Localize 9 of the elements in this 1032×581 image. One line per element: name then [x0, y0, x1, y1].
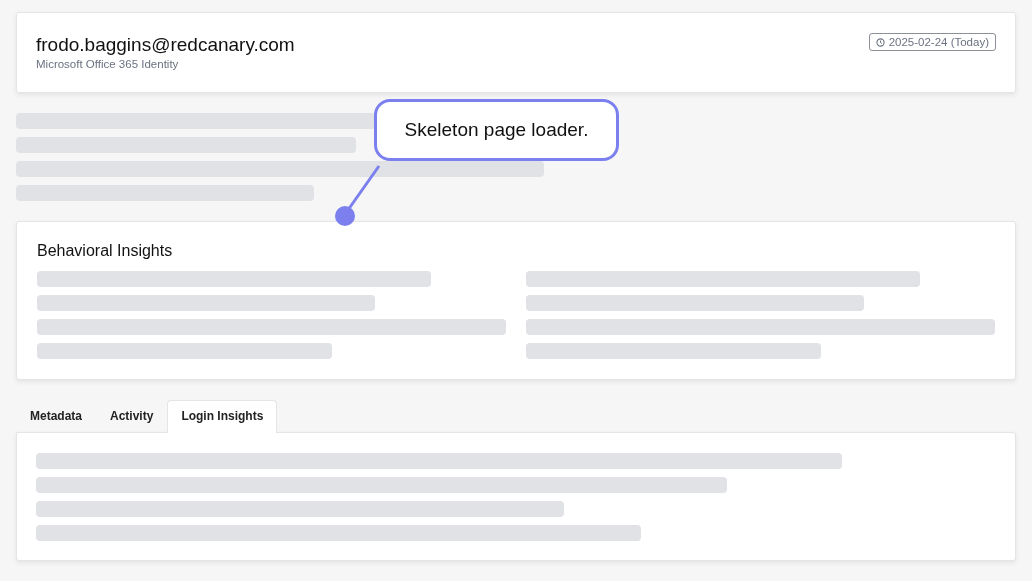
tab[interactable]: Activity — [96, 400, 168, 432]
tab[interactable]: Metadata — [16, 400, 96, 432]
date-text: 2025-02-24 (Today) — [888, 36, 989, 48]
section-title: Behavioral Insights — [37, 241, 174, 261]
clock-icon — [875, 37, 885, 47]
identity-source: Microsoft Office 365 Identity — [36, 58, 180, 70]
callout-bubble: Skeleton page loader. — [374, 99, 619, 161]
tab[interactable]: Login Insights — [167, 400, 278, 433]
user-email: frodo.baggins@redcanary.com — [36, 33, 295, 57]
